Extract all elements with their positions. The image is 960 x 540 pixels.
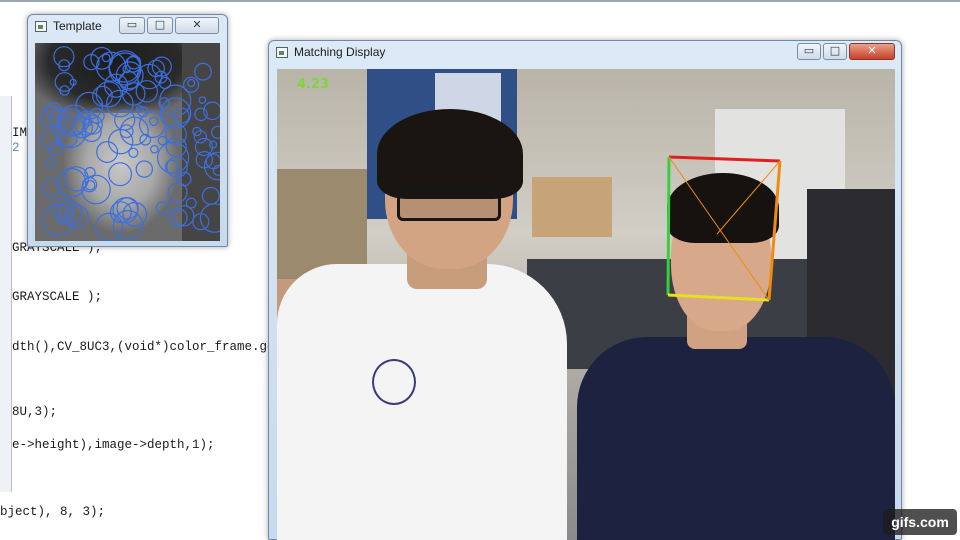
code-line-7: e->height),image->depth,1); <box>12 438 215 452</box>
tracking-edge-bottom <box>667 293 770 302</box>
keypoint-circle <box>45 158 56 169</box>
keypoint-circle <box>58 59 71 72</box>
keypoint-circle <box>201 186 220 205</box>
keypoint-circle <box>165 136 187 158</box>
tracking-edge-top <box>668 155 781 163</box>
keypoint-circle <box>135 80 159 103</box>
keypoint-circle <box>101 53 111 63</box>
keypoint-circle <box>194 62 212 81</box>
keypoint-circle <box>40 130 60 150</box>
keypoint-circle <box>135 160 154 178</box>
close-button[interactable]: ✕ <box>175 17 219 34</box>
keypoint-circle <box>194 107 208 122</box>
code-line-4: GRAYSCALE ); <box>12 290 103 304</box>
tracking-diagonal <box>668 156 770 301</box>
code-line-2: 2 <box>12 141 20 155</box>
keypoint-circle <box>94 212 124 241</box>
minimize-button[interactable]: ▭ <box>797 43 821 60</box>
keypoint-circle <box>148 116 159 127</box>
app-window-icon <box>276 47 288 58</box>
keypoint-overlay <box>40 46 220 241</box>
matching-window-title: Matching Display <box>294 45 386 59</box>
keypoint-circle <box>114 109 136 131</box>
maximize-button[interactable]: □ <box>147 17 173 34</box>
minimize-button[interactable]: ▭ <box>119 17 145 34</box>
keypoint-circle <box>199 203 220 233</box>
keypoint-circle <box>58 200 83 226</box>
code-line-6: 8U,3); <box>12 405 58 419</box>
keypoint-circle <box>150 144 159 154</box>
keypoint-circle <box>165 123 187 145</box>
matching-titlebar[interactable]: Matching Display ▭ □ ✕ <box>269 41 901 65</box>
keypoint-circle <box>209 140 218 149</box>
keypoint-circle <box>166 156 188 178</box>
keypoint-circle <box>54 72 75 92</box>
keypoint-circle <box>155 201 169 215</box>
keypoint-circle <box>138 110 166 138</box>
keypoint-circle <box>108 162 133 187</box>
keypoint-circle <box>81 174 111 205</box>
template-window[interactable]: Template ▭ □ ✕ <box>27 14 228 247</box>
maximize-button[interactable]: □ <box>823 43 847 60</box>
keypoint-circle <box>187 78 196 88</box>
tracking-edge-right <box>767 160 782 301</box>
editor-gutter <box>0 96 12 492</box>
app-window-icon <box>35 21 47 32</box>
keypoint-circle <box>53 46 75 68</box>
tracking-box-overlay <box>666 155 782 302</box>
close-button[interactable]: ✕ <box>849 43 895 60</box>
template-titlebar[interactable]: Template ▭ □ ✕ <box>28 15 227 39</box>
keypoint-circle <box>198 96 207 104</box>
editor-top-border <box>0 0 960 2</box>
tracking-edge-left <box>666 156 671 296</box>
keypoint-circle <box>116 197 139 220</box>
camera-view: 4.23 <box>277 69 895 540</box>
keypoint-circle <box>211 125 220 139</box>
tracking-diagonal <box>716 160 781 235</box>
keypoint-circle <box>135 105 144 113</box>
keypoint-circle <box>56 167 87 198</box>
template-window-title: Template <box>53 19 102 33</box>
code-line-8: bject), 8, 3); <box>0 505 106 519</box>
keypoint-circle <box>59 129 78 148</box>
code-line-1: IM <box>12 126 28 140</box>
fps-counter: 4.23 <box>297 77 330 92</box>
keypoint-circle <box>205 153 220 170</box>
matching-display-window[interactable]: Matching Display ▭ □ ✕ 4.23 <box>268 40 902 540</box>
template-image <box>35 43 220 241</box>
keypoint-circle <box>157 135 168 146</box>
gifs-watermark: gifs.com <box>883 509 957 535</box>
